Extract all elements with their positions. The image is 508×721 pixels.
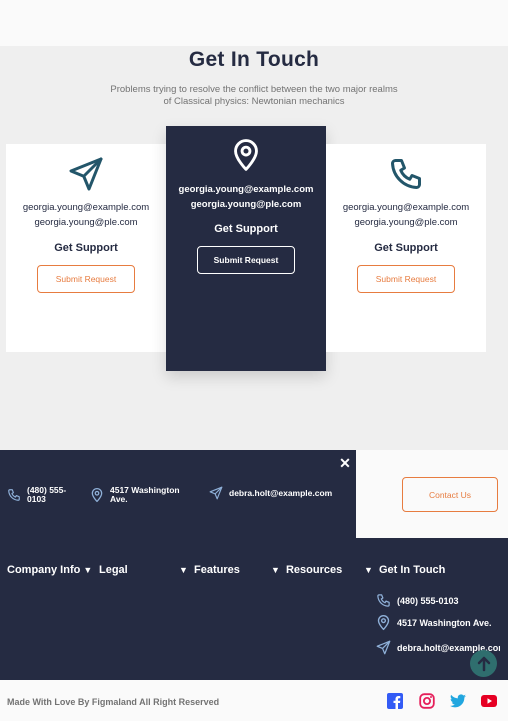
triangle-down-icon: ▼	[271, 565, 280, 575]
card-email-secondary: georgia.young@ple.com	[354, 217, 458, 228]
section-subtitle: Problems trying to resolve the conflict …	[90, 84, 418, 108]
footer-nav-company-info-label: Company Info	[7, 564, 81, 576]
copyright-text: Made With Love By Figmaland All Right Re…	[7, 697, 220, 707]
footer-phone-text: (480) 555- 0103	[27, 486, 66, 504]
triangle-down-icon: ▼	[364, 565, 373, 575]
contact-us-button[interactable]: Contact Us	[402, 477, 498, 512]
footer-email[interactable]: debra.holt@example.com	[209, 486, 332, 500]
footer-nav-get-in-touch-label: Get In Touch	[378, 564, 446, 576]
facebook-icon[interactable]	[387, 693, 403, 709]
map-pin-icon	[90, 487, 104, 503]
card-email-primary: georgia.young@example.com	[342, 202, 470, 213]
footer-git-address[interactable]: 4517 Washington Ave.	[376, 614, 492, 631]
footer-address-line-2: Ave.	[110, 494, 128, 504]
footer-nav-legal[interactable]: Legal	[99, 564, 128, 576]
card-support-heading: Get Support	[214, 223, 278, 235]
card-email-secondary: georgia.young@ple.com	[190, 199, 302, 210]
footer-git-phone-text: (480) 555-0103	[397, 595, 459, 606]
footer-email-text: debra.holt@example.com	[229, 487, 333, 498]
arrow-up-icon	[477, 656, 490, 671]
triangle-down-icon: ▼	[179, 565, 188, 575]
footer-nav-features[interactable]: ▼ Features	[179, 564, 240, 576]
footer-git-phone[interactable]: (480) 555-0103	[376, 593, 459, 608]
twitter-icon[interactable]	[450, 693, 466, 709]
card-email-secondary: georgia.young@ple.com	[34, 217, 138, 228]
triangle-down-icon: ▼	[83, 565, 93, 575]
submit-request-button[interactable]: Submit Request	[197, 246, 295, 274]
close-icon[interactable]: ✕	[337, 455, 353, 471]
youtube-icon[interactable]	[481, 693, 497, 709]
send-icon	[6, 156, 166, 192]
footer-nav-features-label: Features	[193, 564, 240, 576]
footer-nav-resources[interactable]: ▼ Resources	[271, 564, 342, 576]
contact-card-send: georgia.young@example.com georgia.young@…	[6, 144, 166, 352]
section-title: Get In Touch	[188, 48, 320, 71]
submit-request-button[interactable]: Submit Request	[37, 265, 135, 293]
map-pin-icon	[166, 138, 326, 172]
card-support-heading: Get Support	[374, 242, 438, 254]
contact-card-phone: georgia.young@example.com georgia.young@…	[326, 144, 486, 352]
footer-address-text: 4517 Washington Ave.	[110, 486, 180, 504]
scroll-to-top-button[interactable]	[470, 650, 497, 677]
footer-nav-company-info[interactable]: Company Info ▼	[7, 564, 95, 576]
footer-address[interactable]: 4517 Washington Ave.	[90, 486, 180, 504]
top-strip	[0, 0, 508, 46]
subtitle-line-2: of Classical physics: Newtonian mechanic…	[163, 96, 345, 107]
footer-main	[0, 538, 508, 680]
footer-nav-resources-label: Resources	[285, 564, 343, 576]
card-email-primary: georgia.young@example.com	[178, 184, 314, 195]
phone-icon	[376, 593, 391, 608]
card-support-heading: Get Support	[54, 242, 118, 254]
submit-request-button[interactable]: Submit Request	[357, 265, 455, 293]
phone-icon	[7, 488, 21, 502]
send-icon	[376, 640, 391, 655]
subtitle-line-1: Problems trying to resolve the conflict …	[110, 84, 398, 95]
send-icon	[209, 486, 223, 500]
footer-nav-legal-label: Legal	[99, 564, 128, 576]
card-email-primary: georgia.young@example.com	[22, 202, 150, 213]
footer-phone[interactable]: (480) 555- 0103	[7, 486, 66, 504]
footer-phone-line-2: 0103	[27, 494, 46, 504]
footer-nav-get-in-touch[interactable]: ▼ Get In Touch	[364, 564, 445, 576]
phone-icon	[326, 156, 486, 192]
map-pin-icon	[376, 614, 391, 631]
instagram-icon[interactable]	[419, 693, 435, 709]
footer-git-address-text: 4517 Washington Ave.	[397, 617, 492, 628]
contact-card-location: georgia.young@example.com georgia.young@…	[166, 126, 326, 371]
